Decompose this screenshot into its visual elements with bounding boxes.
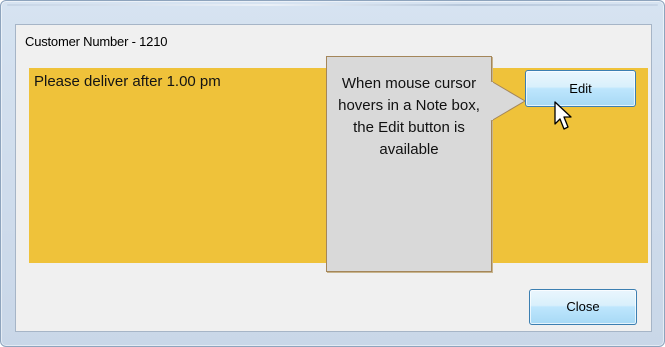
dialog-content: Customer Number - 1210 Please deliver af…: [15, 24, 652, 332]
close-button[interactable]: Close: [529, 289, 637, 325]
customer-note-dialog: Customer Number - 1210 Please deliver af…: [0, 0, 665, 347]
mouse-pointer-icon: [554, 101, 572, 130]
callout-pointer: [490, 80, 526, 122]
callout-box: When mouse cursor hovers in a Note box, …: [326, 56, 492, 272]
dialog-title: Customer Number - 1210: [25, 34, 168, 49]
note-text: Please deliver after 1.00 pm: [34, 73, 221, 90]
callout-text: When mouse cursor hovers in a Note box, …: [338, 75, 480, 158]
window-frame-highlight: [7, 4, 658, 6]
edit-button[interactable]: Edit: [525, 70, 636, 107]
